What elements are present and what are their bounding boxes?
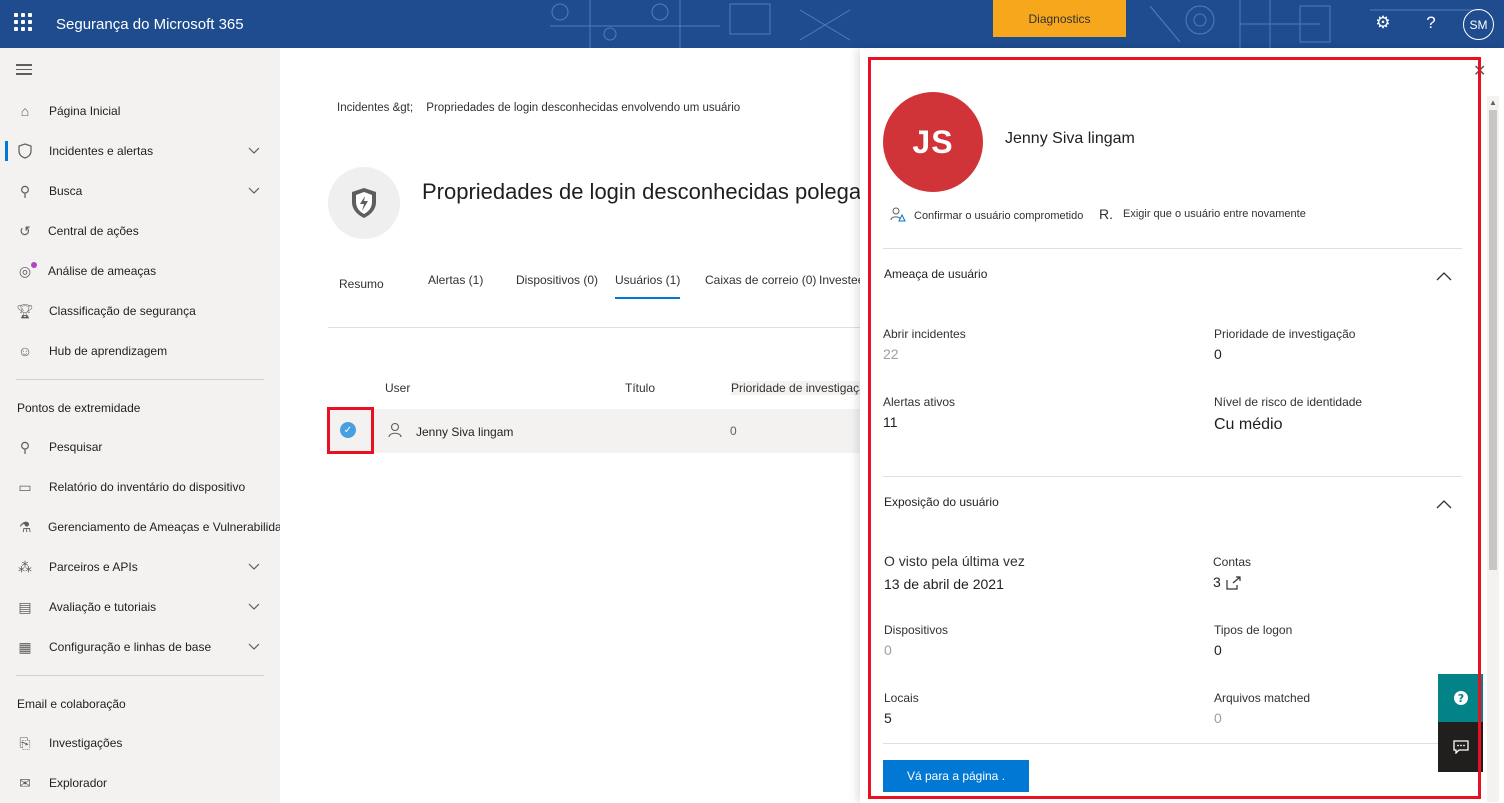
scrollbar-thumb[interactable]	[1489, 110, 1497, 570]
evaluation-icon: ▤	[18, 598, 32, 615]
highlight-frame	[868, 57, 1481, 799]
tab-devices[interactable]: Dispositivos (0)	[516, 273, 598, 295]
nav-item-label: Avaliação e tutoriais	[49, 600, 157, 614]
nav-item-home[interactable]: ⌂ Página Inicial	[0, 95, 280, 127]
laptop-icon: ▭	[18, 478, 32, 495]
explorer-icon: ✉	[19, 774, 31, 791]
left-navigation: ⌂ Página Inicial Incidentes e alertas ⚲ …	[0, 48, 301, 803]
help-icon[interactable]: ?	[1420, 12, 1442, 34]
nav-item-label: Página Inicial	[49, 104, 121, 118]
top-bar: Segurança do Microsoft 365 Diagnostics ⚙…	[0, 0, 1504, 48]
shield-icon	[16, 142, 34, 160]
person-icon	[388, 422, 402, 441]
chevron-down-icon[interactable]	[248, 600, 260, 614]
learning-icon: ☺	[17, 343, 33, 359]
nav-item-label: Pesquisar	[49, 440, 103, 454]
nav-item-label: Análise de ameaças	[48, 264, 157, 278]
app-launcher-icon[interactable]	[14, 13, 32, 31]
nav-item-hunting[interactable]: ⚲ Busca	[0, 175, 280, 207]
panel-scrollbar[interactable]: ▲	[1487, 96, 1499, 802]
nav-item-search[interactable]: ⚲ Pesquisar	[0, 431, 280, 463]
nav-item-label: Gerenciamento de Ameaças e Vulnerabilida…	[48, 520, 302, 534]
column-header-title[interactable]: Título	[625, 381, 655, 395]
nav-item-label: Relatório do inventário do dispositivo	[49, 480, 246, 494]
main-content: Incidentes &gt; Propriedades de login de…	[280, 48, 860, 803]
nav-divider	[16, 675, 264, 676]
nav-item-label: Incidentes e alertas	[49, 144, 154, 158]
nav-section-email: Email e colaboração	[17, 697, 126, 711]
gear-icon[interactable]: ⚙	[1372, 12, 1394, 34]
chevron-down-icon[interactable]	[248, 560, 260, 574]
nav-item-investigations[interactable]: ⎘ Investigações	[0, 727, 280, 759]
tvm-icon: ⚗	[18, 518, 32, 535]
row-priority: 0	[730, 424, 737, 438]
notification-dot	[31, 262, 37, 268]
row-user-name[interactable]: Jenny Siva lingam	[416, 425, 513, 439]
table-row[interactable]	[328, 409, 860, 453]
nav-item-secure-score[interactable]: 🏆︎ Classificação de segurança	[0, 295, 280, 327]
nav-item-evaluation[interactable]: ▤ Avaliação e tutoriais	[0, 591, 280, 623]
row-checkbox[interactable]: ✓	[340, 422, 356, 438]
nav-item-label: Configuração e linhas de base	[49, 640, 212, 654]
breadcrumb: Incidentes &gt; Propriedades de login de…	[337, 102, 750, 114]
nav-item-label: Hub de aprendizagem	[49, 344, 168, 358]
user-avatar[interactable]: SM	[1463, 9, 1494, 40]
app-title: Segurança do Microsoft 365	[56, 16, 244, 33]
nav-item-explorer[interactable]: ✉ Explorador	[0, 767, 280, 799]
page-title: Propriedades de login desconhecidas pole…	[422, 179, 860, 204]
tab-mailboxes[interactable]: Caixas de correio (0)	[705, 273, 816, 295]
blueprint-background	[550, 0, 1480, 48]
incident-shield-icon	[328, 167, 400, 239]
nav-divider	[16, 379, 264, 380]
investigations-icon: ⎘	[19, 734, 31, 751]
home-icon: ⌂	[20, 103, 30, 119]
chevron-down-icon[interactable]	[248, 144, 260, 158]
nav-item-partners[interactable]: ⁂ Parceiros e APIs	[0, 551, 280, 583]
nav-item-learning-hub[interactable]: ☺ Hub de aprendizagem	[0, 335, 280, 367]
nav-item-label: Explorador	[49, 776, 108, 790]
nav-item-configuration[interactable]: ▦ Configuração e linhas de base	[0, 631, 280, 663]
tab-summary[interactable]: Resumo	[339, 277, 384, 299]
chevron-down-icon[interactable]	[248, 184, 260, 198]
chevron-down-icon[interactable]	[248, 640, 260, 654]
nav-item-device-inventory[interactable]: ▭ Relatório do inventário do dispositivo	[0, 471, 280, 503]
trophy-icon: 🏆︎	[16, 302, 34, 319]
tab-users[interactable]: Usuários (1)	[615, 273, 681, 299]
hunting-icon: ⚲	[19, 182, 31, 199]
nav-item-action-center[interactable]: ↺ Central de ações	[0, 215, 280, 247]
nav-item-label: Busca	[49, 184, 83, 198]
diagnostics-button[interactable]: Diagnostics	[993, 0, 1126, 37]
nav-item-incidents[interactable]: Incidentes e alertas	[0, 135, 280, 167]
partners-icon: ⁂	[18, 558, 32, 575]
nav-item-label: Parceiros e APIs	[49, 560, 138, 574]
column-header-user[interactable]: User	[385, 381, 410, 395]
hamburger-menu-icon[interactable]	[16, 64, 32, 75]
breadcrumb-current: Propriedades de login desconhecidas envo…	[426, 102, 741, 114]
tab-investigations[interactable]: Investee	[819, 273, 860, 295]
nav-section-endpoints: Pontos de extremidade	[17, 401, 141, 415]
breadcrumb-parent[interactable]: Incidentes &gt;	[337, 102, 413, 114]
nav-item-threat-analytics[interactable]: ◎ Análise de ameaças	[0, 255, 280, 287]
nav-item-label: Classificação de segurança	[49, 304, 196, 318]
tab-alerts[interactable]: Alertas (1)	[428, 273, 483, 295]
config-icon: ▦	[18, 638, 32, 655]
column-header-priority[interactable]: Prioridade de investigação	[731, 381, 860, 395]
nav-item-label: Investigações	[49, 736, 123, 750]
search-icon: ⚲	[19, 438, 31, 455]
tabs-divider	[328, 327, 860, 328]
scroll-up-icon[interactable]: ▲	[1489, 98, 1497, 107]
action-center-icon: ↺	[19, 222, 31, 239]
nav-item-label: Central de ações	[48, 224, 139, 238]
nav-item-tvm[interactable]: ⚗ Gerenciamento de Ameaças e Vulnerabili…	[0, 511, 301, 543]
